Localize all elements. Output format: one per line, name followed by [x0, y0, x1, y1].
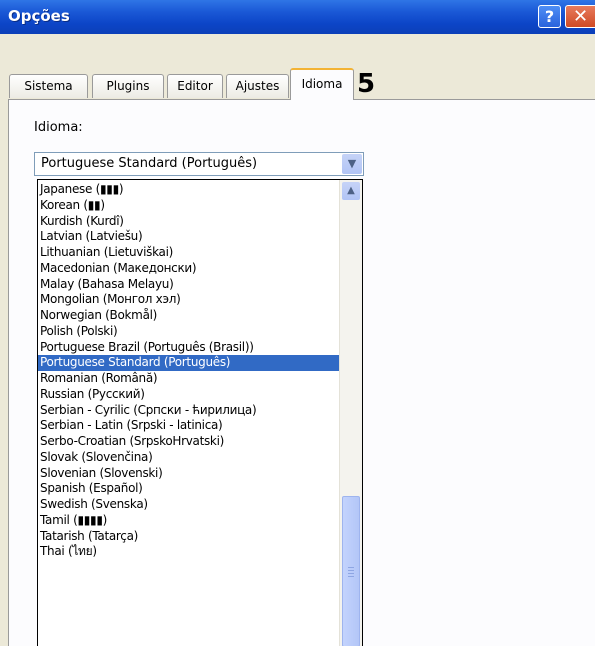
list-item[interactable]: Slovak (Slovenčina): [38, 450, 340, 466]
list-item[interactable]: Serbian - Latin (Srpski - latinica): [38, 418, 340, 434]
close-button[interactable]: ✕: [565, 5, 595, 28]
list-item[interactable]: Kurdish (Kurdî): [38, 214, 340, 230]
step-number-annotation: 5: [357, 69, 376, 99]
scroll-up-arrow-icon[interactable]: ▲: [342, 182, 360, 200]
grip-line: [348, 573, 354, 574]
list-item[interactable]: Russian (Русский): [38, 387, 340, 403]
grip-line: [348, 570, 354, 571]
tab-idioma[interactable]: Idioma: [290, 68, 354, 100]
grip-line: [348, 567, 354, 568]
list-item[interactable]: Norwegian (Bokmål): [38, 308, 340, 324]
scroll-thumb[interactable]: [342, 496, 360, 646]
list-item[interactable]: Tamil (▮▮▮▮): [38, 513, 340, 529]
list-item[interactable]: Japanese (▮▮▮): [38, 182, 340, 198]
language-select[interactable]: Portuguese Standard (Português) ▼: [34, 152, 364, 176]
list-item[interactable]: Mongolian (Монгол хэл): [38, 292, 340, 308]
tab-editor[interactable]: Editor: [167, 74, 223, 98]
list-item[interactable]: Serbian - Cyrilic (Српски - ћирилица): [38, 403, 340, 419]
list-item[interactable]: Spanish (Español): [38, 481, 340, 497]
list-item-selected[interactable]: Portuguese Standard (Português): [38, 355, 340, 371]
list-item[interactable]: Slovenian (Slovenski): [38, 466, 340, 482]
grip-line: [348, 576, 354, 577]
list-item[interactable]: Lithuanian (Lietuviškai): [38, 245, 340, 261]
language-label: Idioma:: [34, 120, 83, 135]
list-item[interactable]: Malay (Bahasa Melayu): [38, 277, 340, 293]
list-item[interactable]: Serbo-Croatian (SrpskoHrvatski): [38, 434, 340, 450]
title-bar[interactable]: Opções ? ✕: [0, 0, 595, 34]
tab-sistema[interactable]: Sistema: [9, 74, 88, 98]
chevron-down-icon[interactable]: ▼: [342, 154, 362, 174]
window-title: Opções: [8, 7, 70, 25]
language-options: Japanese (▮▮▮) Korean (▮▮) Kurdish (Kurd…: [38, 182, 340, 560]
list-item[interactable]: Latvian (Latviešu): [38, 229, 340, 245]
list-item[interactable]: Polish (Polski): [38, 324, 340, 340]
list-item[interactable]: Swedish (Svenska): [38, 497, 340, 513]
tab-plugins[interactable]: Plugins: [92, 74, 164, 98]
list-item[interactable]: Thai (ไทย): [38, 544, 340, 560]
list-item[interactable]: Romanian (Română): [38, 371, 340, 387]
list-item[interactable]: Macedonian (Македонски): [38, 261, 340, 277]
list-item[interactable]: Korean (▮▮): [38, 198, 340, 214]
tab-ajustes[interactable]: Ajustes: [226, 74, 289, 98]
language-select-value: Portuguese Standard (Português): [41, 156, 258, 171]
language-dropdown-list[interactable]: Japanese (▮▮▮) Korean (▮▮) Kurdish (Kurd…: [37, 179, 363, 646]
help-button[interactable]: ?: [538, 5, 561, 28]
list-item[interactable]: Tatarish (Tatarça): [38, 529, 340, 545]
list-item[interactable]: Portuguese Brazil (Português (Brasil)): [38, 340, 340, 356]
dropdown-scrollbar[interactable]: ▲: [339, 180, 362, 646]
